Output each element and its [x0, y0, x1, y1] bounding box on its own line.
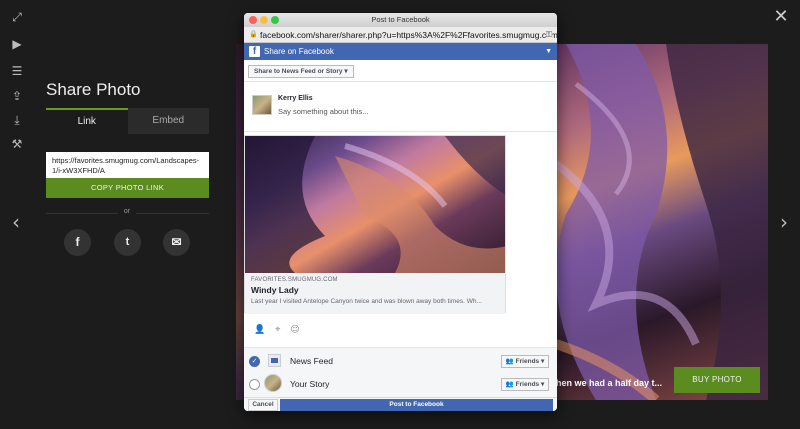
photo-caption: hen we had a half day t...: [556, 378, 663, 388]
story-avatar: [264, 374, 282, 392]
caret-down-icon: ▾: [344, 68, 348, 75]
facebook-logo-icon: f: [249, 46, 260, 57]
play-icon[interactable]: ▶: [10, 37, 24, 51]
location-icon[interactable]: ⌖: [275, 325, 280, 335]
news-feed-privacy-select[interactable]: 👥 Friends ▾: [501, 355, 549, 368]
url-text: facebook.com/sharer/sharer.php?u=https%3…: [260, 30, 557, 40]
window-title: Post to Facebook: [371, 15, 430, 24]
twitter-icon[interactable]: t: [114, 229, 141, 256]
your-story-privacy-select[interactable]: 👥 Friends ▾: [501, 378, 549, 391]
email-icon[interactable]: ✉: [163, 229, 190, 256]
previous-arrow-icon[interactable]: ‹: [8, 210, 24, 234]
tab-embed[interactable]: Embed: [127, 108, 209, 134]
buy-photo-button[interactable]: BUY PHOTO: [674, 367, 760, 393]
close-icon[interactable]: ✕: [772, 8, 790, 26]
tab-link[interactable]: Link: [46, 108, 128, 134]
preview-site: FAVORITES.SMUGMUG.COM: [251, 277, 338, 283]
facebook-share-window: Post to Facebook 🔒 facebook.com/sharer/s…: [244, 13, 557, 411]
share-panel-title: Share Photo: [46, 80, 141, 99]
window-titlebar: Post to Facebook: [244, 13, 557, 27]
audience-row-news-feed[interactable]: ✓ News Feed 👥 Friends ▾: [244, 351, 557, 373]
friends-icon: 👥: [505, 381, 514, 388]
friends-icon: 👥: [505, 358, 514, 365]
destination-select[interactable]: Share to News Feed or Story ▾: [248, 65, 354, 78]
privacy-label: Friends: [515, 381, 540, 388]
facebook-header: f Share on Facebook ▼: [244, 43, 557, 60]
preview-canyon: [245, 136, 505, 273]
lock-icon: 🔒: [249, 31, 258, 38]
privacy-label: Friends: [515, 358, 540, 365]
facebook-icon[interactable]: f: [64, 229, 91, 256]
copy-photo-link-button[interactable]: COPY PHOTO LINK: [46, 178, 209, 198]
news-feed-label: News Feed: [290, 356, 333, 366]
or-label: or: [118, 208, 136, 215]
destination-label: Share to News Feed or Story: [254, 68, 343, 75]
cancel-button[interactable]: Cancel: [248, 399, 278, 411]
your-story-label: Your Story: [290, 379, 330, 389]
tag-people-icon[interactable]: 👤: [254, 325, 265, 335]
composer-input[interactable]: Say something about this...: [278, 107, 368, 116]
wrench-icon[interactable]: ⚒: [10, 137, 24, 151]
address-bar[interactable]: 🔒 facebook.com/sharer/sharer.php?u=https…: [244, 27, 557, 43]
link-preview[interactable]: FAVORITES.SMUGMUG.COM Windy Lady Last ye…: [244, 135, 506, 314]
menu-icon[interactable]: ☰: [10, 64, 24, 78]
preview-description: Last year I visited Antelope Canyon twic…: [251, 298, 482, 305]
download-icon[interactable]: ⤓: [10, 113, 24, 127]
expand-icon[interactable]: ⤢: [10, 10, 24, 24]
preview-text: FAVORITES.SMUGMUG.COM Windy Lady Last ye…: [245, 273, 505, 314]
facebook-header-title: Share on Facebook: [264, 47, 334, 56]
photo-link-field[interactable]: https://favorites.smugmug.com/Landscapes…: [46, 152, 209, 178]
news-feed-icon: [268, 354, 281, 367]
share-tabs: Link Embed: [46, 108, 209, 134]
avatar: [252, 95, 272, 115]
next-arrow-icon[interactable]: ›: [776, 210, 792, 234]
preview-title: Windy Lady: [251, 285, 299, 295]
post-composer[interactable]: Kerry Ellis Say something about this...: [244, 82, 557, 132]
news-feed-checkbox[interactable]: ✓: [249, 356, 260, 367]
chevron-down-icon[interactable]: ▼: [545, 43, 552, 60]
emoji-icon[interactable]: ☺: [290, 325, 299, 335]
composer-tools: 👤 ⌖ ☺: [254, 325, 310, 335]
your-story-checkbox[interactable]: [249, 379, 260, 390]
preview-image: [245, 136, 505, 273]
audience-section: ✓ News Feed 👥 Friends ▾ Your Story 👥 Fri…: [244, 347, 557, 397]
destination-row: Share to News Feed or Story ▾: [244, 60, 557, 82]
audience-row-your-story[interactable]: Your Story 👥 Friends ▾: [244, 374, 557, 396]
post-to-facebook-button[interactable]: Post to Facebook: [280, 399, 553, 411]
user-name: Kerry Ellis: [278, 95, 313, 102]
share-icon[interactable]: ⇪: [10, 89, 24, 103]
key-icon[interactable]: ⚿: [545, 27, 552, 42]
dialog-footer: Cancel Post to Facebook: [244, 397, 557, 411]
